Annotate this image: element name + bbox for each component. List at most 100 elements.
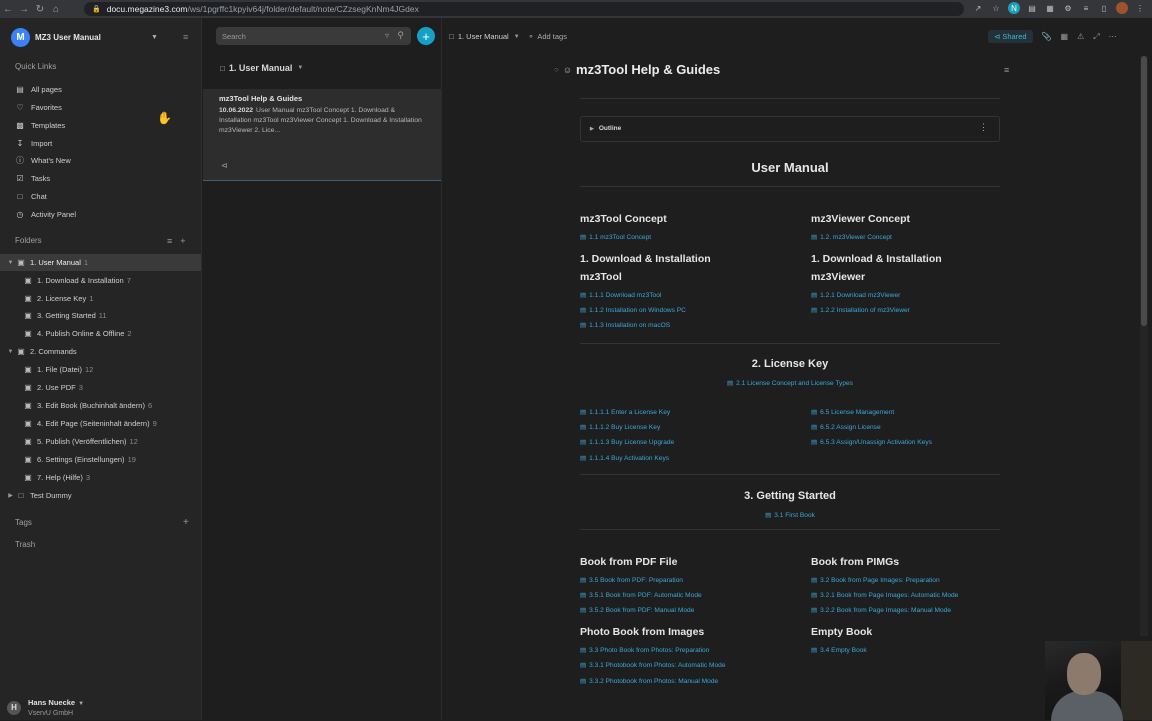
collapse-sidebar-icon[interactable]: ≡ <box>183 32 188 42</box>
chevron-right-icon[interactable]: ▶ <box>6 492 15 499</box>
extension-icon[interactable]: ▦ <box>1044 2 1056 14</box>
user-menu[interactable]: H Hans Nuecke ▼ VservU GmbH <box>7 696 84 719</box>
shared-button[interactable]: ⊲ Shared <box>988 30 1033 43</box>
chevron-down-icon[interactable]: ▼ <box>6 260 15 266</box>
emoji-icon[interactable]: ☺ <box>563 65 572 75</box>
share-icon[interactable]: ⊲ <box>221 161 228 170</box>
page-link[interactable]: ▤ 3.4 Empty Book <box>811 646 867 654</box>
sidebar-toggle-icon[interactable]: ▯ <box>1098 2 1110 14</box>
folder-item[interactable]: ▣ 5. Publish (Veröffentlichen) 12 <box>0 433 201 450</box>
add-tags-button[interactable]: Add tags <box>537 32 567 41</box>
quick-link-chat[interactable]: □ Chat <box>15 188 47 204</box>
bell-icon[interactable]: ⚠ <box>1077 32 1084 41</box>
folder-item[interactable]: ▣ 2. Use PDF 3 <box>0 379 201 396</box>
breadcrumb-folder[interactable]: 1. User Manual <box>458 32 509 41</box>
page-link[interactable]: ▤ 3.2.1 Book from Page Images: Automatic … <box>811 591 958 599</box>
folder-item[interactable]: ▣ 4. Edit Page (Seiteninhalt ändern) 9 <box>0 415 201 432</box>
page-link[interactable]: ▤ 2.1 License Concept and License Types <box>580 379 1000 387</box>
page-link[interactable]: ▤ 3.3 Photo Book from Photos: Preparation <box>580 646 709 654</box>
page-link[interactable]: ▤ 3.5.1 Book from PDF: Automatic Mode <box>580 591 702 599</box>
chevron-down-icon[interactable]: ▼ <box>6 349 15 355</box>
folder-item[interactable]: ▣ 1. File (Datei) 12 <box>0 361 201 378</box>
browser-menu-icon[interactable]: ⋮ <box>1134 2 1146 14</box>
outline-toggle[interactable]: ▶ Outline <box>590 125 621 132</box>
chevron-down-icon[interactable]: ▼ <box>514 34 520 40</box>
page-link[interactable]: ▤ 1.2. mz3Viewer Concept <box>811 233 892 241</box>
page-link[interactable]: ▤ 6.5 License Management <box>811 408 894 416</box>
profile-avatar-icon[interactable] <box>1116 2 1128 14</box>
attachment-icon[interactable]: 📎 <box>1042 32 1052 41</box>
folder-item[interactable]: ▣ 1. Download & Installation 7 <box>0 272 201 289</box>
page-link[interactable]: ▤ 1.1.1.1 Enter a License Key <box>580 408 670 416</box>
quick-link-tasks[interactable]: ☑ Tasks <box>15 170 50 186</box>
quick-link-templates[interactable]: ▩ Templates <box>15 117 65 133</box>
folder-item[interactable]: ▣ 7. Help (Hilfe) 3 <box>0 469 201 486</box>
page-link[interactable]: ▤ 3.3.1 Photobook from Photos: Automatic … <box>580 661 726 669</box>
more-vertical-icon[interactable]: ⋮ <box>979 122 988 133</box>
extension-n-icon[interactable]: N <box>1008 2 1020 14</box>
folder-item[interactable]: ▣ 2. License Key 1 <box>0 290 201 307</box>
chevron-down-icon[interactable]: ▼ <box>151 34 158 41</box>
page-link[interactable]: ▤ 3.2.2 Book from Page Images: Manual Mod… <box>811 606 951 614</box>
trash-link[interactable]: Trash <box>15 540 35 549</box>
expand-icon[interactable]: ⤢ <box>1093 32 1099 42</box>
quick-link-import[interactable]: ↧ Import <box>15 135 53 151</box>
quick-link-favorites[interactable]: ♡ Favorites <box>15 99 61 115</box>
page-link[interactable]: ▤ 1.1.2 Installation on Windows PC <box>580 306 686 314</box>
page-link[interactable]: ▤ 1.1.1.2 Buy License Key <box>580 423 660 431</box>
folder-item[interactable]: ▼ ▣ 1. User Manual 1 <box>0 254 201 271</box>
grid-icon[interactable]: ▦ <box>1061 32 1069 41</box>
more-icon[interactable]: ⋯ <box>1109 32 1117 41</box>
scrollbar[interactable] <box>1140 56 1148 636</box>
folder-item[interactable]: ▶ □ Test Dummy <box>0 487 201 504</box>
forward-icon[interactable]: → <box>16 0 32 18</box>
address-bar[interactable]: 🔒 docu.megazine3.com/ws/1pgrffc1kpyiv64j… <box>84 2 964 16</box>
page-link[interactable]: ▤ 1.1.3 Installation on macOS <box>580 321 670 329</box>
page-link[interactable]: ▤ 3.1 First Book <box>580 511 1000 519</box>
page-link[interactable]: ▤ 1.2.1 Download mz3Viewer <box>811 291 900 299</box>
list-folder-selector[interactable]: □ 1. User Manual ▼ <box>220 63 303 73</box>
page-link[interactable]: ▤ 3.3.2 Photobook from Photos: Manual Mod… <box>580 677 718 685</box>
quick-link-activity-panel[interactable]: ◷ Activity Panel <box>15 206 77 222</box>
folder-item[interactable]: ▣ 4. Publish Online & Offline 2 <box>0 325 201 342</box>
back-icon[interactable]: ← <box>0 0 16 18</box>
page-link[interactable]: ▤ 1.1.1.3 Buy License Upgrade <box>580 438 674 446</box>
add-tag-icon[interactable]: + <box>183 517 189 528</box>
page-link-label: 1.1.2 Installation on Windows PC <box>589 307 686 314</box>
share-icon[interactable]: ↗ <box>972 2 984 14</box>
page-link[interactable]: ▤ 1.2.2 Installation of mz3Viewer <box>811 306 910 314</box>
list-item[interactable]: mz3Tool Help & Guides 10.06.2022 User Man… <box>203 89 441 181</box>
page-link[interactable]: ▤ 1.1.1 Download mz3Tool <box>580 291 661 299</box>
page-link[interactable]: ▤ 3.2 Book from Page Images: Preparation <box>811 576 940 584</box>
page-link[interactable]: ▤ 1.1 mz3Tool Concept <box>580 233 651 241</box>
puzzle-icon[interactable]: ⚙ <box>1062 2 1074 14</box>
workspace-switcher[interactable]: M MZ3 User Manual ▼ ≡ <box>11 27 195 47</box>
folder-item[interactable]: ▼ ▣ 2. Commands <box>0 343 201 360</box>
page-title[interactable]: mz3Tool Help & Guides <box>576 62 720 77</box>
reload-icon[interactable]: ↻ <box>32 0 48 18</box>
home-icon[interactable]: ⌂ <box>48 0 64 18</box>
folder-item[interactable]: ▣ 3. Edit Book (Buchinhalt ändern) 6 <box>0 397 201 414</box>
outline-block[interactable]: ▶ Outline ⋮ <box>580 116 1000 142</box>
add-folder-icon[interactable]: + <box>180 236 185 246</box>
search-input[interactable]: Search ▿ ⚲ <box>216 27 411 45</box>
page-link[interactable]: ▤ 3.5 Book from PDF: Preparation <box>580 576 683 584</box>
quick-link-all-pages[interactable]: ▤ All pages <box>15 81 62 97</box>
new-note-button[interactable]: + <box>417 27 435 45</box>
star-icon[interactable]: ☆ <box>990 2 1002 14</box>
page-link[interactable]: ▤ 3.5.2 Book from PDF: Manual Mode <box>580 606 694 614</box>
filter-icon[interactable]: ▿ <box>385 31 389 40</box>
page-link[interactable]: ▤ 6.5.2 Assign License <box>811 423 881 431</box>
menu-icon[interactable]: ≡ <box>1004 65 1009 75</box>
folder-item[interactable]: ▣ 3. Getting Started 11 <box>0 307 201 324</box>
page-link[interactable]: ▤ 6.5.3 Assign/Unassign Activation Keys <box>811 438 932 446</box>
folder-item[interactable]: ▣ 6. Settings (Einstellungen) 19 <box>0 451 201 468</box>
quick-link-whats-new[interactable]: ⓘ What's New <box>15 152 71 168</box>
extension-icon[interactable]: ▤ <box>1026 2 1038 14</box>
search-icon[interactable]: ⚲ <box>397 30 404 41</box>
scrollbar-thumb[interactable] <box>1141 56 1147 326</box>
reading-list-icon[interactable]: ≡ <box>1080 2 1092 14</box>
drag-handle-icon[interactable]: ○ <box>554 65 559 74</box>
page-link[interactable]: ▤ 1.1.1.4 Buy Activation Keys <box>580 454 669 462</box>
sort-icon[interactable]: ≡ <box>167 236 172 246</box>
